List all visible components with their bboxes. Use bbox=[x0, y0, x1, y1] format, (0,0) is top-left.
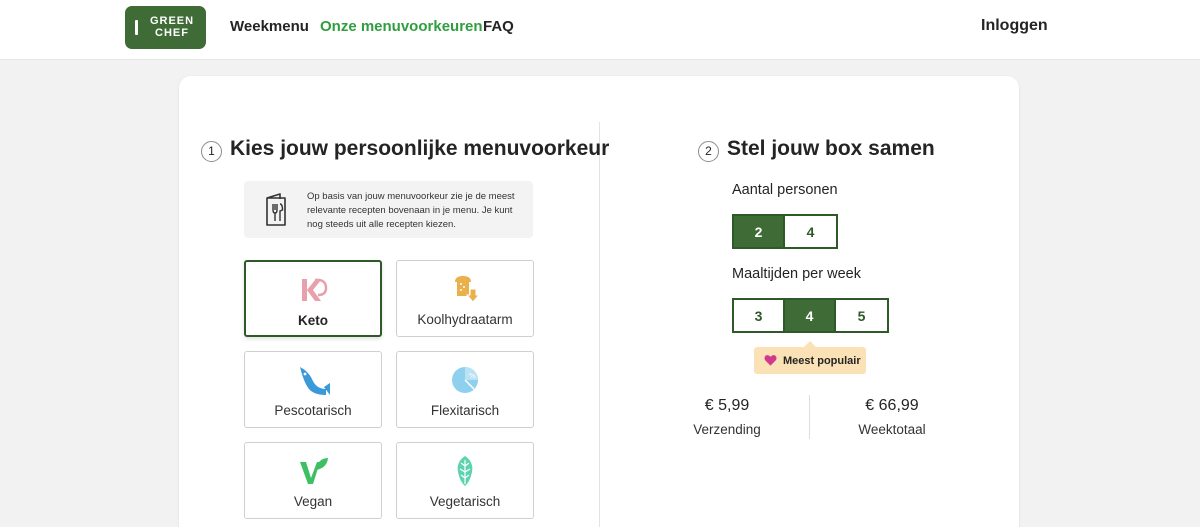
shipping-label: Verzending bbox=[693, 422, 761, 437]
popular-badge-text: Meest populair bbox=[783, 354, 861, 367]
step-1-number: 1 bbox=[201, 141, 222, 162]
logo-line-2: CHEF bbox=[155, 27, 189, 39]
preference-label: Koolhydraatarm bbox=[417, 312, 513, 327]
logo-text: GREEN CHEF bbox=[147, 15, 197, 39]
keto-shrimp-icon bbox=[302, 278, 328, 301]
nav-menuvoorkeuren[interactable]: Onze menuvoorkeuren bbox=[320, 18, 483, 35]
meals-option-5[interactable]: 5 bbox=[836, 300, 887, 331]
price-divider bbox=[809, 395, 810, 439]
meals-option-4[interactable]: 4 bbox=[785, 300, 836, 331]
preference-tile-keto[interactable]: Keto bbox=[244, 260, 382, 337]
preference-label: Keto bbox=[298, 313, 328, 328]
heart-icon bbox=[764, 355, 777, 366]
popular-badge: Meest populair bbox=[754, 341, 866, 374]
persons-option-4[interactable]: 4 bbox=[785, 216, 836, 247]
persons-label: Aantal personen bbox=[732, 182, 838, 198]
preference-tile-pescotarisch[interactable]: Pescotarisch bbox=[244, 351, 382, 428]
menu-book-icon bbox=[266, 193, 286, 226]
nav-weekmenu[interactable]: Weekmenu bbox=[230, 18, 309, 35]
preference-label: Pescotarisch bbox=[274, 403, 352, 418]
meals-label: Maaltijden per week bbox=[732, 266, 861, 282]
preference-label: Flexitarisch bbox=[430, 403, 500, 418]
plan-card: 1 Kies jouw persoonlijke menuvoorkeur Op… bbox=[179, 76, 1019, 527]
badge-pointer bbox=[804, 341, 816, 347]
logo-line-1: GREEN bbox=[149, 15, 195, 27]
meals-selector: 3 4 5 bbox=[732, 298, 889, 333]
preference-tile-vegan[interactable]: Vegan bbox=[244, 442, 382, 519]
preference-tile-vegetarisch[interactable]: Vegetarisch bbox=[396, 442, 534, 519]
preference-tile-koolhydraatarm[interactable]: Koolhydraatarm bbox=[396, 260, 534, 337]
logo-bar bbox=[135, 20, 138, 35]
column-divider bbox=[599, 122, 600, 527]
vegan-leaf-icon bbox=[300, 458, 328, 484]
low-carb-bread-icon bbox=[455, 276, 481, 303]
vegetarian-leaf-icon bbox=[457, 456, 473, 486]
week-total-price: € 66,99 bbox=[865, 397, 919, 414]
menu-info-text: Op basis van jouw menuvoorkeur zie je de… bbox=[307, 191, 515, 230]
meals-option-3[interactable]: 3 bbox=[734, 300, 785, 331]
step-2-title: Stel jouw box samen bbox=[727, 137, 935, 160]
step-2-number: 2 bbox=[698, 141, 719, 162]
shipping-price: € 5,99 bbox=[704, 397, 750, 414]
login-link[interactable]: Inloggen bbox=[981, 17, 1048, 35]
preference-label: Vegetarisch bbox=[429, 494, 501, 509]
preference-tile-flexitarisch[interactable]: % Flexitarisch bbox=[396, 351, 534, 428]
top-header: GREEN CHEF Weekmenu Onze menuvoorkeuren … bbox=[0, 0, 1200, 60]
green-chef-logo[interactable]: GREEN CHEF bbox=[125, 6, 206, 49]
week-total-label: Weektotaal bbox=[858, 422, 926, 437]
fish-icon bbox=[300, 367, 330, 395]
menu-info-box: Op basis van jouw menuvoorkeur zie je de… bbox=[244, 181, 533, 238]
nav-faq[interactable]: FAQ bbox=[483, 18, 514, 35]
svg-text:%: % bbox=[469, 372, 476, 380]
flexitarian-percent-icon: % bbox=[452, 367, 478, 393]
preference-label: Vegan bbox=[293, 494, 333, 509]
persons-selector: 2 4 bbox=[732, 214, 838, 249]
step-1-title: Kies jouw persoonlijke menuvoorkeur bbox=[230, 137, 610, 160]
persons-option-2[interactable]: 2 bbox=[734, 216, 785, 247]
